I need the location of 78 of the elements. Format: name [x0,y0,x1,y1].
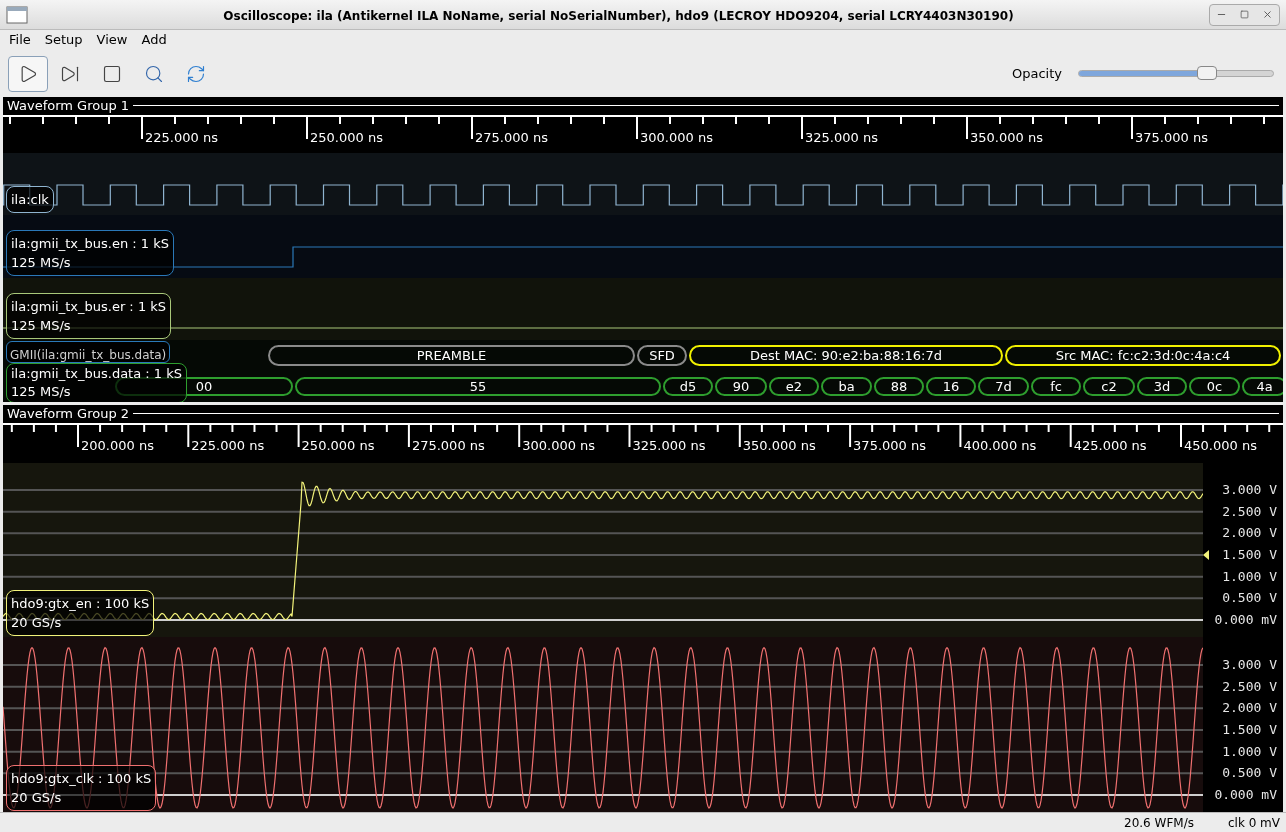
time-label: 225.000 ns [145,130,218,146]
status-text: clk 0 mV [1227,814,1280,832]
search-icon [144,63,164,84]
voltage-label: 1.000 V [1222,568,1277,585]
time-label: 275.000 ns [411,438,485,454]
decoded-byte: 4a [1242,377,1283,396]
time-label: 450.000 ns [1184,438,1257,454]
close-icon [1262,9,1273,20]
window-title: Oscilloscope: ila (Antikernel ILA NoName, serial NoSerialNumber), hdo9 (LECROY HDO9204, serial LCRY4403N30190) [223,8,1014,23]
channel-name: ila:clk [11,191,49,209]
decoded-byte: 7d [978,377,1029,396]
decoded-packet: Dest MAC: 90:e2:ba:88:16:7d [689,345,1003,366]
group-title: Waveform Group 1 [7,97,130,113]
time-label: 400.000 ns [963,438,1037,454]
time-label: 325.000 ns [805,130,878,146]
time-label: 350.000 ns [742,438,816,454]
channel-name: hdo9:gtx_clk : 100 kS [11,770,152,788]
menu-item[interactable]: Add [141,31,167,49]
voltage-label: 0.000 mV [1214,787,1277,803]
voltage-label: 2.500 V [1222,503,1277,520]
decoded-packet: Src MAC: fc:c2:3d:0c:4a:c4 [1005,345,1281,366]
sample-rate: 125 MS/s [11,317,72,335]
voltage-label: 1.500 V [1222,547,1277,563]
menu-item[interactable]: File [9,31,31,49]
refresh-icon [186,63,206,84]
voltage-label: 3.000 V [1222,481,1277,498]
time-label: 250.000 ns [301,438,375,454]
decoded-byte: 88 [874,377,924,396]
decoded-byte: 16 [926,377,976,396]
channel-name: ila:gmii_tx_bus.er : 1 kS [11,298,167,316]
toolbar-button[interactable] [8,55,48,92]
channel-name: ila:gmii_tx_bus.en : 1 kS [11,235,169,253]
stop-icon [102,63,122,84]
decoded-byte: 0c [1189,377,1240,396]
decoded-byte: 90 [715,377,767,396]
decoded-byte: 3d [1137,377,1187,396]
voltage-label: 0.500 V [1222,765,1277,782]
opacity-label: Opacity [1012,64,1062,83]
menu-item[interactable]: View [96,31,128,49]
decoded-packet: PREAMBLE [268,345,635,366]
decoded-byte: ba [821,377,872,396]
time-label: 300.000 ns [522,438,596,454]
voltage-label: 2.000 V [1222,525,1277,542]
time-label: 300.000 ns [640,130,713,146]
maximize-icon [1240,10,1249,19]
voltage-label: 0.500 V [1222,590,1277,607]
sample-rate: 20 GS/s [11,614,63,632]
voltage-label: 3.000 V [1222,656,1277,673]
voltage-label: 0.000 mV [1214,612,1277,628]
channel-name: hdo9:gtx_en : 100 kS [11,595,150,613]
decoded-byte: fc [1031,377,1081,396]
window-icon [6,5,28,24]
time-label: 275.000 ns [475,130,548,146]
voltage-label: 1.000 V [1222,743,1277,760]
time-label: 375.000 ns [1135,130,1208,146]
status-text: 20.6 WFM/s [1124,814,1194,832]
decoded-byte: e2 [769,377,819,396]
time-label: 375.000 ns [853,438,926,454]
voltage-label: 2.500 V [1222,678,1277,695]
menu-item[interactable]: Setup [44,31,83,49]
time-label: 200.000 ns [81,438,154,454]
decoded-byte: 55 [295,377,661,396]
sample-rate: 125 MS/s [11,383,72,401]
decoded-byte: c2 [1083,377,1135,396]
time-label: 350.000 ns [970,130,1043,146]
slider-thumb[interactable] [1197,66,1218,80]
group-title: Waveform Group 2 [7,405,130,421]
decoder-name: GMII(ila:gmii_tx_bus.data) [10,348,167,362]
time-label: 425.000 ns [1073,438,1147,454]
sample-rate: 125 MS/s [11,254,72,272]
sample-rate: 20 GS/s [11,789,63,807]
time-label: 225.000 ns [191,438,265,454]
decoded-packet: SFD [637,345,687,366]
voltage-label: 1.500 V [1222,722,1277,738]
decoded-byte: d5 [663,377,713,396]
time-label: 325.000 ns [632,438,706,454]
voltage-label: 2.000 V [1222,700,1277,717]
time-label: 250.000 ns [310,130,383,146]
